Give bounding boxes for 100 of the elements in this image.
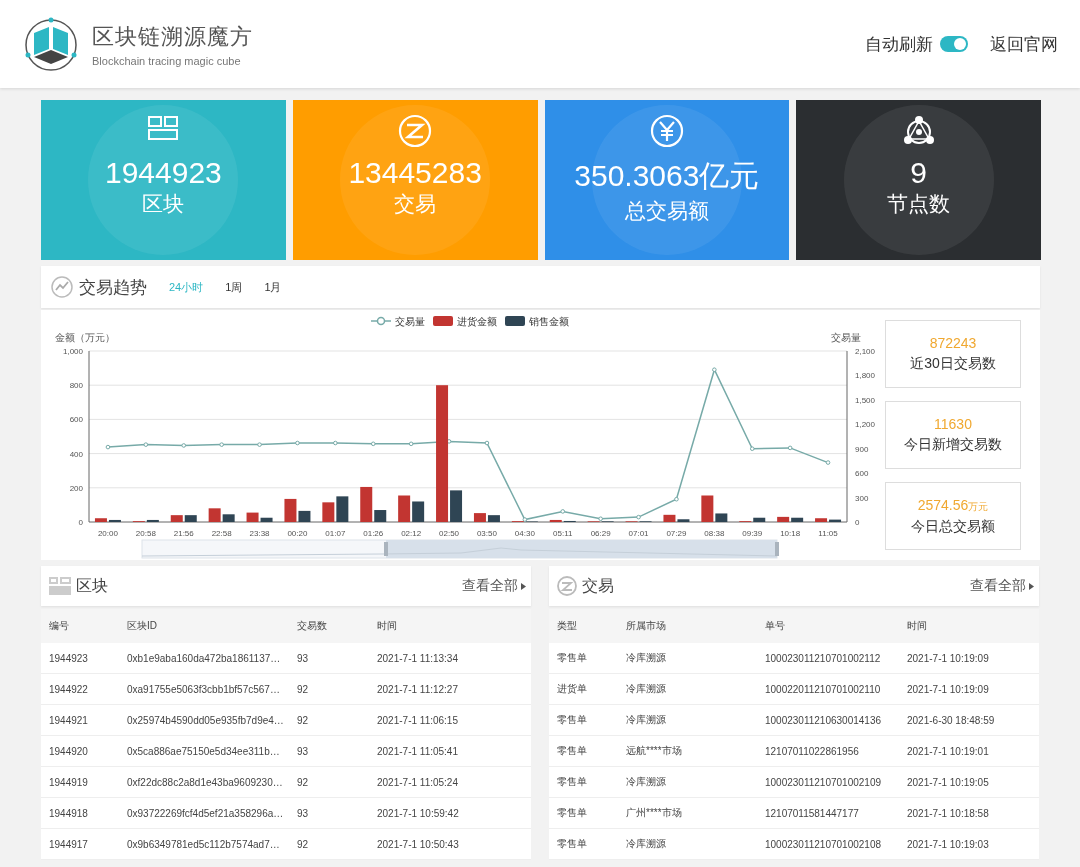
stat-value: 13445283: [348, 156, 482, 190]
table-cell-text: 零售单: [557, 837, 588, 851]
range-tab[interactable]: 1周: [217, 279, 251, 295]
table-cell-text: 0xf22dc88c2a8d1e43ba9609230…: [127, 776, 284, 788]
column-header: 区块ID: [127, 619, 158, 633]
legend-label: 交易量: [395, 316, 425, 327]
table-cell-text: 93: [297, 807, 310, 819]
axis-tick-label: 23:38: [249, 529, 270, 538]
axis-tick-label: 07:01: [628, 529, 649, 538]
view-all-link[interactable]: 查看全部: [970, 577, 1034, 595]
axis-tick-label: 2,100: [855, 347, 876, 356]
chart-point: [825, 460, 831, 465]
table-cell-text: 2021-7-1 10:18:58: [907, 807, 990, 819]
table-cell-text: 93: [297, 652, 310, 664]
chart-bar: [398, 495, 411, 522]
table-cell-text: 零售单: [557, 775, 588, 789]
section-title: 交易趋势: [79, 276, 147, 299]
column-header: 时间: [377, 619, 398, 633]
table-cell-text: 2021-7-1 11:06:15: [377, 714, 459, 726]
column-header: 单号: [765, 619, 786, 633]
zoom-slider[interactable]: [141, 539, 779, 559]
table-cell-text: 冷库溯源: [626, 713, 667, 727]
legend-item[interactable]: 交易量: [370, 316, 425, 327]
table-cell-text: 92: [297, 776, 310, 788]
chart-point: [522, 517, 528, 522]
column-header: 交易数: [297, 619, 328, 633]
summary-value: 2574.56万元: [917, 496, 989, 514]
table-cell-text: 100023011210630014136: [765, 714, 883, 726]
trend-chart-icon: [51, 276, 73, 298]
table-cell-text: 2021-7-1 10:59:42: [377, 807, 460, 819]
axis-tick-label: 02:12: [401, 529, 422, 538]
table-cell-text: 2021-7-1 11:05:24: [377, 776, 459, 788]
table-cell-text: 2021-7-1 10:50:43: [377, 838, 460, 850]
table-cell-text: 2021-7-1 11:13:34: [377, 652, 459, 664]
table-cell-text: 冷库溯源: [626, 837, 667, 851]
stat-label: 交易: [394, 191, 437, 217]
table-cell-text: 0xa91755e5063f3cbb1bf57c567…: [127, 683, 281, 695]
table-cell-text: 100022011210701002110: [765, 683, 882, 695]
chart-bar: [412, 501, 425, 522]
chart-point: [749, 446, 755, 451]
legend-item[interactable]: 销售金额: [505, 316, 569, 327]
stat-value: 9: [910, 156, 927, 190]
table-cell-text: 12107011022861956: [765, 745, 860, 757]
chart-point: [484, 440, 490, 446]
table-cell-text: 92: [297, 683, 310, 695]
axis-tick-label: 400: [69, 449, 83, 459]
chart-point: [712, 367, 717, 373]
table-cell-text: 冷库溯源: [626, 651, 667, 665]
logo-cube-icon: [24, 17, 78, 71]
summary-value: 11630: [934, 416, 972, 432]
auto-refresh-toggle[interactable]: [940, 36, 968, 52]
axis-tick-label: 09:39: [742, 529, 763, 538]
table-cell-text: 100023011210701002108: [765, 838, 883, 850]
table-cell-text: 0x9b6349781ed5c112b7574ad7…: [127, 838, 281, 850]
legend-label: 进货金额: [457, 316, 497, 327]
axis-tick-label: 06:29: [590, 529, 611, 538]
legend-item[interactable]: 进货金额: [433, 316, 497, 327]
axis-tick-label: 1,000: [62, 347, 83, 356]
summary-label: 今日总交易额: [911, 517, 995, 536]
range-tab[interactable]: 1月: [256, 279, 290, 295]
axis-title: 交易量: [831, 332, 861, 343]
axis-tick-label: 0: [855, 518, 860, 527]
z-coin-icon: [557, 576, 577, 596]
chart-bar: [322, 502, 335, 522]
chart-point: [636, 514, 641, 520]
table-cell-text: 1944920: [49, 745, 89, 757]
column-header: 所属市场: [626, 619, 667, 633]
panel-title: 区块: [76, 575, 109, 596]
home-link[interactable]: 返回官网: [990, 32, 1058, 56]
chart-point: [143, 442, 149, 447]
table-cell-text: 2021-7-1 10:19:01: [907, 745, 990, 757]
axis-tick-label: 08:38: [704, 529, 725, 538]
table-cell-text: 1944919: [49, 776, 89, 788]
axis-tick-label: 11:05: [818, 529, 838, 538]
axis-tick-label: 22:58: [211, 529, 232, 538]
axis-title: 金额（万元）: [55, 332, 115, 343]
axis-tick-label: 01:26: [363, 529, 384, 538]
stat-label: 总交易额: [624, 198, 709, 224]
axis-tick-label: 1,800: [855, 371, 876, 381]
view-all-link[interactable]: 查看全部: [462, 577, 526, 595]
chart-point: [787, 445, 793, 451]
axis-tick-label: 05:11: [553, 529, 573, 538]
auto-refresh-label: 自动刷新: [865, 33, 933, 56]
table-cell-text: 零售单: [557, 651, 588, 665]
summary-value: 872243: [929, 335, 977, 351]
axis-tick-label: 300: [855, 493, 869, 503]
table-cell-text: 广州****市场: [626, 806, 683, 820]
axis-tick-label: 07:29: [666, 529, 687, 538]
table-cell-text: 0x93722269fcf4d5ef21a358296a…: [127, 807, 285, 819]
axis-tick-label: 00:20: [287, 529, 308, 538]
axis-tick-label: 10:18: [780, 529, 801, 538]
app-title: 区块链溯源魔方: [92, 22, 253, 51]
chart-bar: [473, 513, 486, 522]
z-coin-icon: [398, 114, 433, 148]
stat-label: 区块: [142, 191, 185, 217]
table-cell-text: 1944917: [49, 838, 89, 850]
chart-point: [295, 440, 300, 446]
table-cell-text: 冷库溯源: [626, 775, 667, 789]
axis-tick-label: 04:30: [514, 529, 535, 538]
table-cell-text: 92: [297, 714, 310, 726]
